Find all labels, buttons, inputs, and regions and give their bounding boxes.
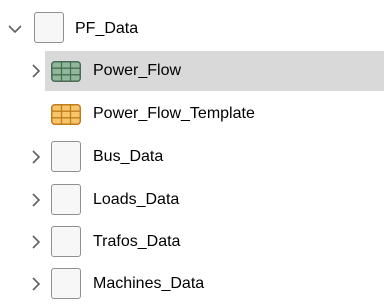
tree-node-label: Power_Flow_Template <box>93 105 255 122</box>
chevron-down-icon[interactable] <box>6 20 24 38</box>
chevron-right-icon[interactable] <box>27 62 45 80</box>
folder-icon <box>51 184 81 215</box>
folder-icon <box>51 141 81 172</box>
chevron-right-icon[interactable] <box>27 148 45 166</box>
tree-view: PF_Data Power_Flow Power_Flow_Template B… <box>0 0 384 299</box>
tree-node-loads-data[interactable]: Loads_Data <box>0 180 384 220</box>
folder-icon <box>34 12 64 43</box>
tree-node-machines-data[interactable]: Machines_Data <box>0 264 384 304</box>
folder-icon <box>51 268 81 299</box>
tree-node-label: PF_Data <box>75 20 139 37</box>
tree-node-label: Power_Flow <box>93 62 182 79</box>
tree-node-power-flow[interactable]: Power_Flow <box>0 51 384 91</box>
chevron-right-icon[interactable] <box>27 275 45 293</box>
tree-node-pf-data[interactable]: PF_Data <box>0 8 384 48</box>
tree-node-label: Machines_Data <box>93 275 205 292</box>
tree-node-power-flow-template[interactable]: Power_Flow_Template <box>0 94 384 134</box>
tree-node-label: Bus_Data <box>93 148 164 165</box>
tree-node-trafos-data[interactable]: Trafos_Data <box>0 222 384 262</box>
tree-node-bus-data[interactable]: Bus_Data <box>0 137 384 177</box>
chevron-right-icon[interactable] <box>27 191 45 209</box>
table-icon <box>51 61 81 82</box>
table-icon <box>51 104 81 125</box>
tree-node-label: Trafos_Data <box>93 233 181 250</box>
tree-node-label: Loads_Data <box>93 191 180 208</box>
chevron-right-icon[interactable] <box>27 233 45 251</box>
folder-icon <box>51 226 81 257</box>
